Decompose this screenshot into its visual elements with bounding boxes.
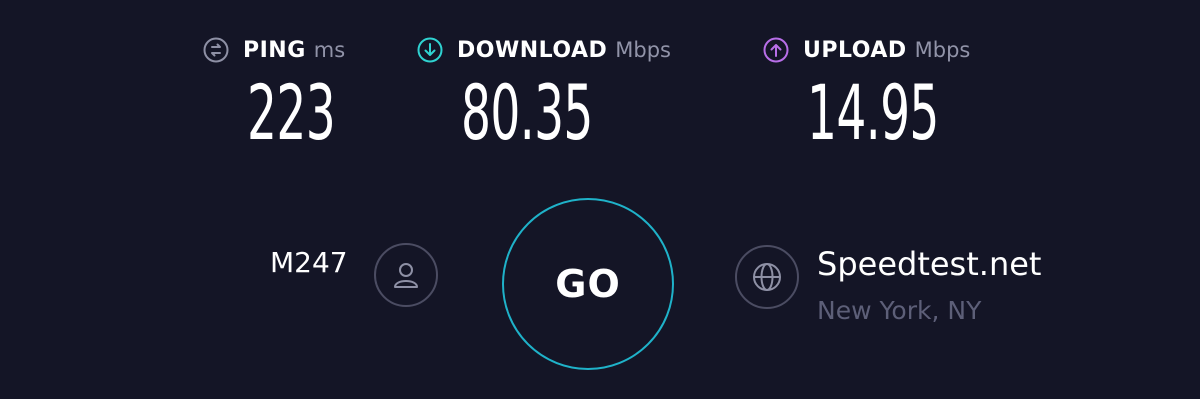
download-label: DOWNLOAD — [457, 37, 608, 63]
download-icon — [417, 37, 443, 63]
ping-unit: ms — [313, 38, 346, 62]
ping-icon — [203, 37, 229, 63]
server-location: New York, NY — [817, 296, 982, 325]
download-value: 80.35 — [461, 68, 593, 157]
server-button[interactable] — [735, 245, 799, 309]
provider-name: M247 — [270, 246, 348, 279]
ping-label: PING — [243, 37, 306, 63]
ping-metric: PING ms 223 — [203, 34, 345, 157]
download-unit: Mbps — [615, 38, 672, 62]
upload-unit: Mbps — [914, 38, 971, 62]
ping-value: 223 — [247, 68, 336, 157]
upload-metric: UPLOAD Mbps 14.95 — [763, 34, 970, 157]
server-name[interactable]: Speedtest.net — [817, 245, 1041, 283]
download-metric: DOWNLOAD Mbps 80.35 — [417, 34, 671, 157]
provider-button[interactable] — [374, 243, 438, 307]
go-label: GO — [555, 262, 621, 306]
upload-header: UPLOAD Mbps — [763, 34, 970, 66]
download-header: DOWNLOAD Mbps — [417, 34, 671, 66]
ping-header: PING ms — [203, 34, 345, 66]
user-icon — [394, 263, 418, 288]
upload-value: 14.95 — [807, 68, 939, 157]
upload-label: UPLOAD — [803, 37, 907, 63]
go-button[interactable]: GO — [502, 198, 674, 370]
upload-icon — [763, 37, 789, 63]
globe-icon — [753, 263, 781, 291]
